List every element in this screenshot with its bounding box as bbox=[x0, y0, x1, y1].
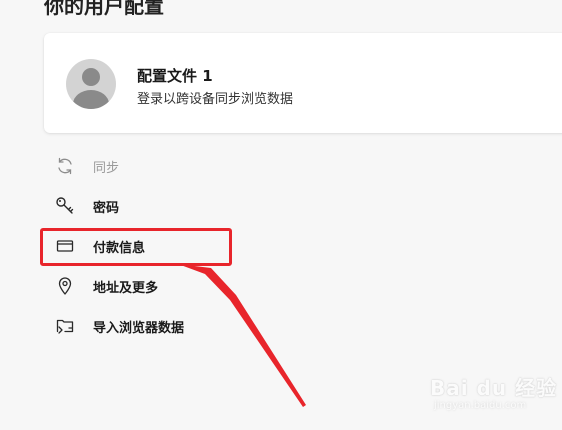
watermark-logo: Bai du 经验 jingyan.baidu.com bbox=[430, 370, 556, 420]
menu-item-label: 地址及更多 bbox=[93, 280, 159, 296]
menu-item-label: 同步 bbox=[93, 160, 120, 176]
menu-item-sync[interactable]: 同步 bbox=[54, 154, 119, 178]
profile-subtitle: 登录以跨设备同步浏览数据 bbox=[137, 92, 294, 107]
menu-item-addresses[interactable]: 地址及更多 bbox=[54, 274, 158, 298]
sync-icon bbox=[54, 155, 76, 177]
watermark-url: jingyan.baidu.com bbox=[434, 400, 527, 411]
menu-item-label: 导入浏览器数据 bbox=[93, 320, 185, 336]
highlight-annotation-box bbox=[40, 228, 232, 266]
avatar-head bbox=[82, 68, 100, 86]
key-icon bbox=[54, 195, 76, 217]
menu-item-passwords[interactable]: 密码 bbox=[54, 194, 119, 218]
menu-item-import-browser-data[interactable]: 导入浏览器数据 bbox=[54, 314, 184, 338]
avatar-body bbox=[73, 90, 109, 109]
profile-name: 配置文件 1 bbox=[137, 67, 213, 85]
menu-item-label: 密码 bbox=[93, 200, 120, 216]
avatar bbox=[66, 59, 116, 109]
location-pin-icon bbox=[54, 275, 76, 297]
import-folder-icon bbox=[54, 315, 76, 337]
profile-card[interactable]: 配置文件 1 登录以跨设备同步浏览数据 bbox=[44, 33, 562, 133]
watermark-brand: Bai du 经验 bbox=[430, 376, 558, 400]
page-title: 你的用户配置 bbox=[44, 0, 164, 18]
annotation-arrow-shaft bbox=[178, 264, 306, 407]
